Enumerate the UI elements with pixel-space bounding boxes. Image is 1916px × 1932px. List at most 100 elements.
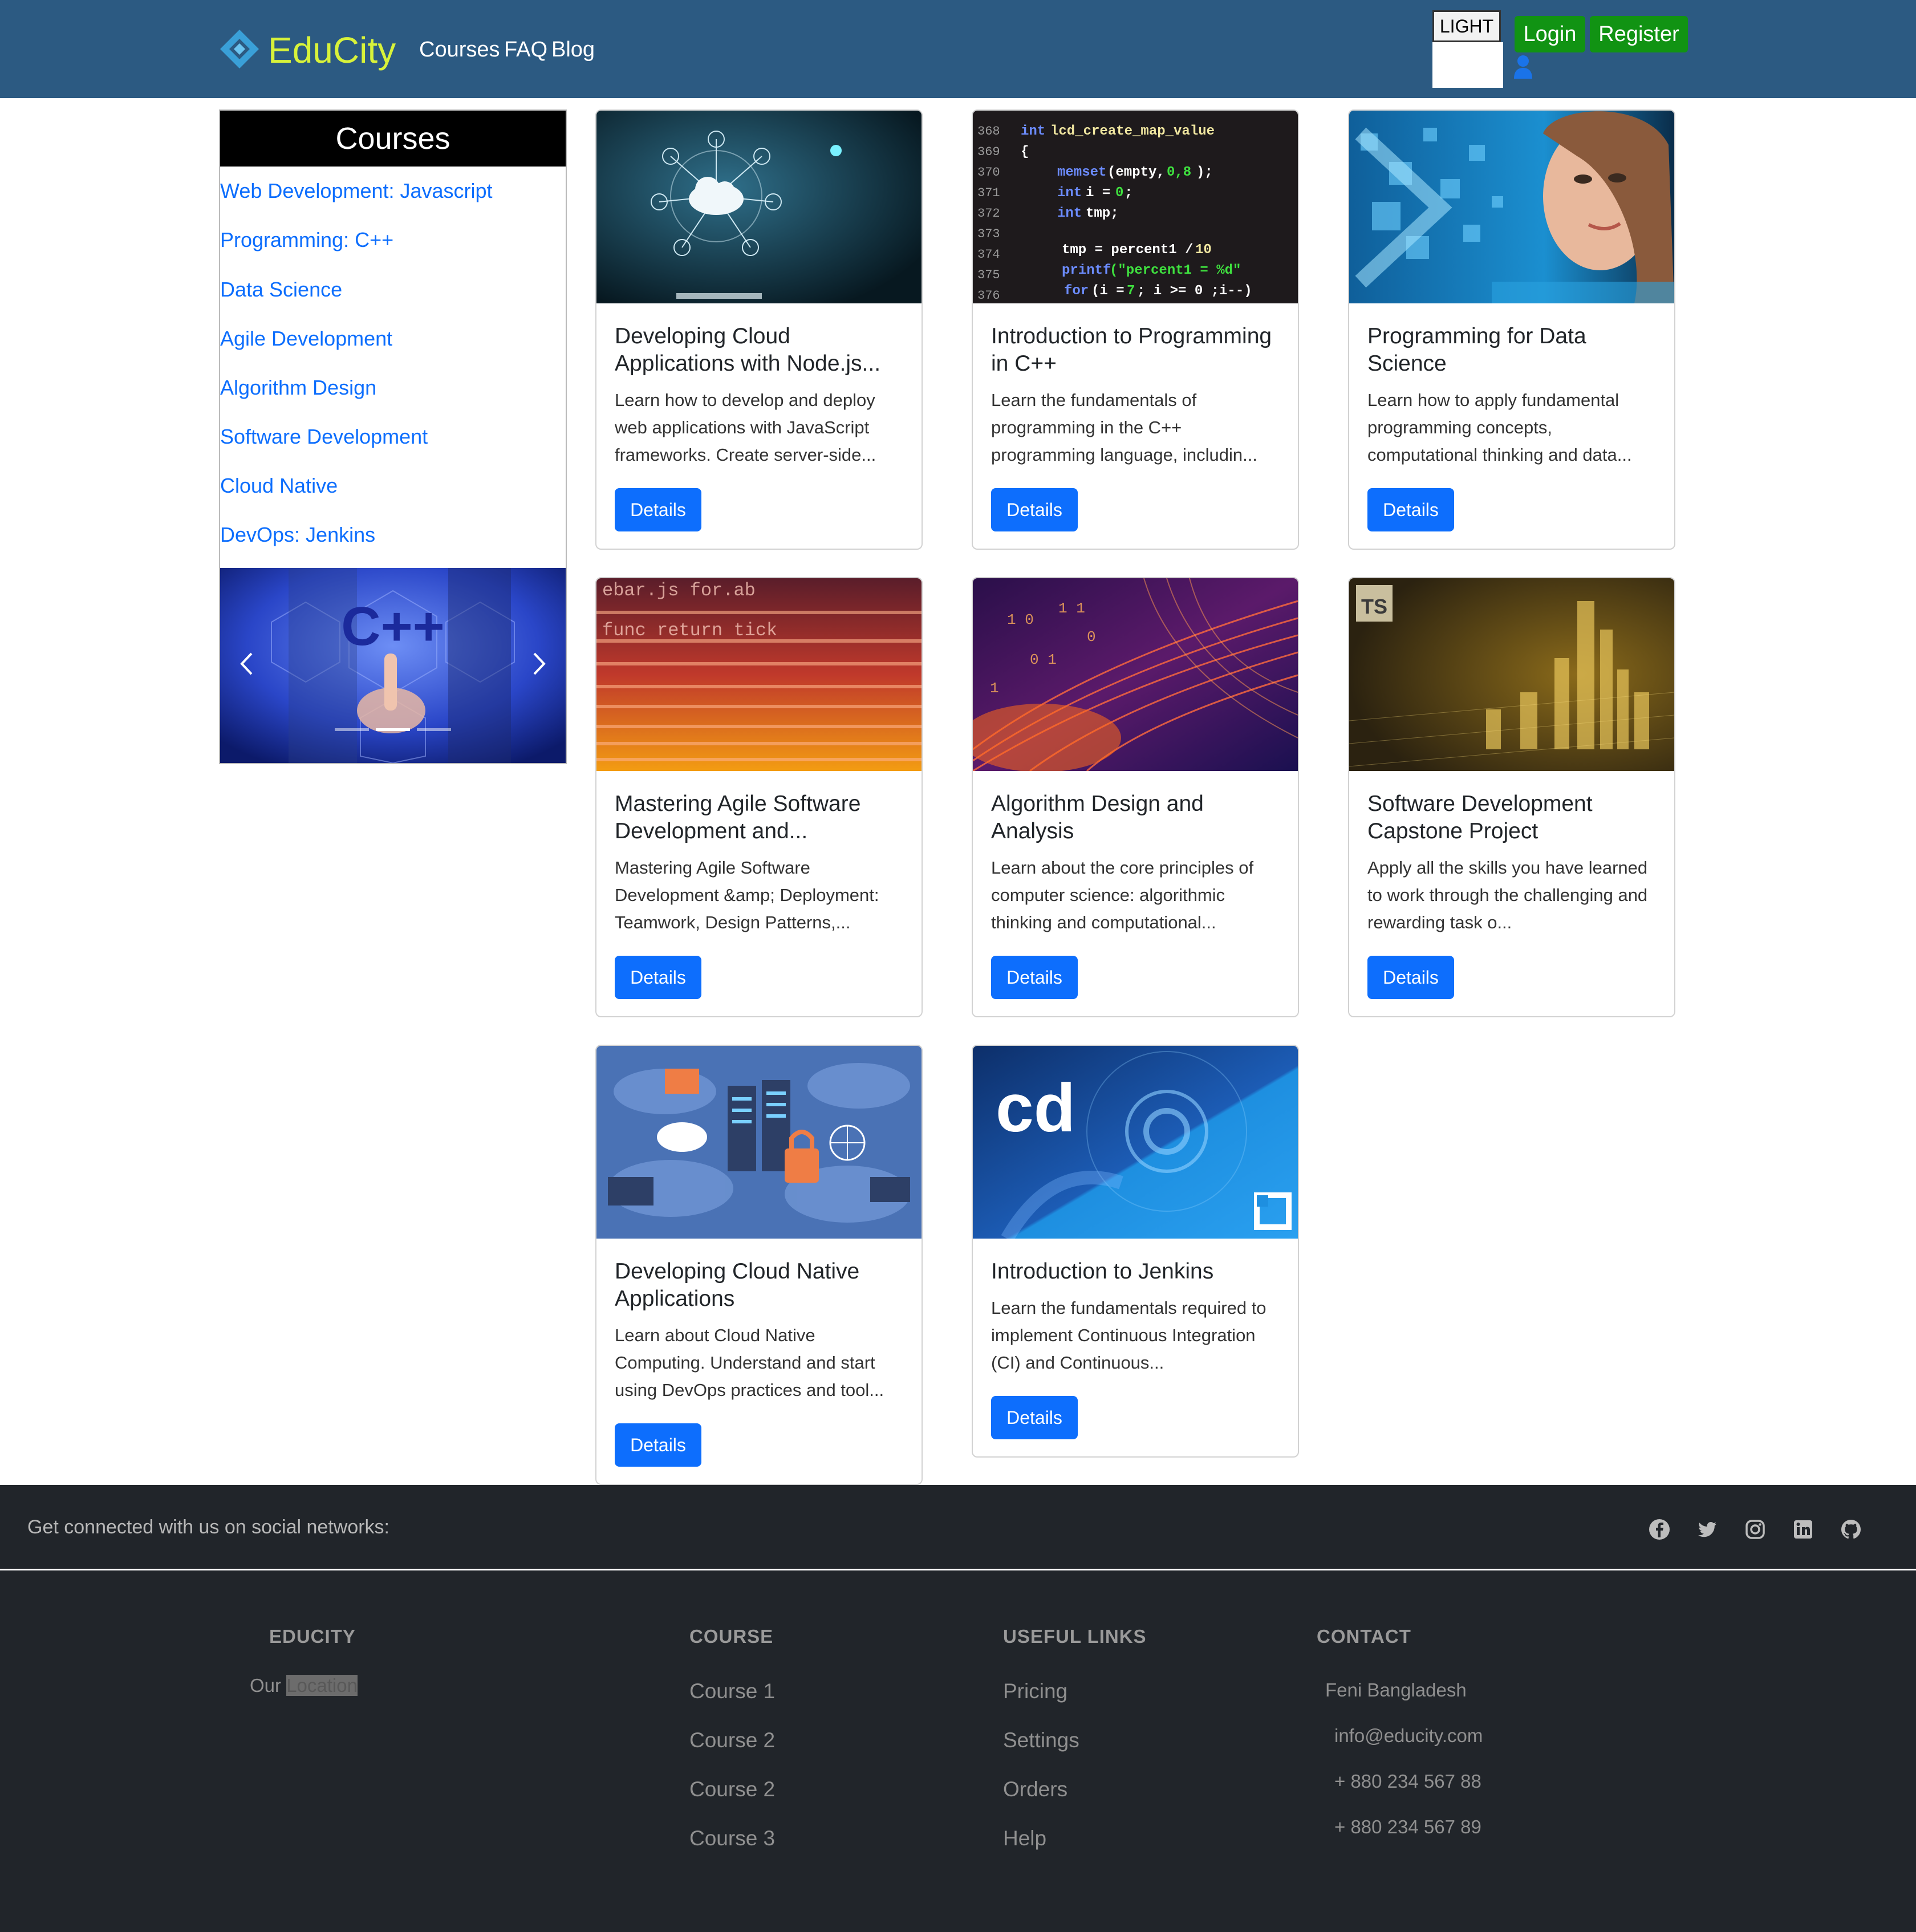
brand-name[interactable]: EduCity [268,29,396,72]
twitter-icon[interactable] [1696,1518,1719,1541]
details-button[interactable]: Details [615,1423,701,1467]
svg-text:1: 1 [990,680,999,697]
nav-faq[interactable]: FAQ [504,35,547,64]
card-title[interactable]: Algorithm Design and Analysis [991,790,1282,845]
footer-link-help[interactable]: Help [1003,1825,1046,1852]
card-title[interactable]: Developing Cloud Applications with Node.… [615,323,906,378]
svg-text:ebar.js for.ab: ebar.js for.ab [602,580,756,601]
sidebar-link-cloud-native[interactable]: Cloud Native [220,473,338,499]
card-description: Learn how to apply fundamental programmi… [1367,390,1632,465]
sidebar-link-software[interactable]: Software Development [220,424,428,450]
details-button[interactable]: Details [615,956,701,999]
theme-panel [1432,42,1503,88]
svg-text:1 1: 1 1 [1058,600,1085,617]
card-image-code: 368 369 370 371 372 373 374 375 376 int lcd_cre… [973,111,1298,303]
svg-text:0: 0 [1087,628,1096,646]
svg-text:;: ; [1125,185,1132,201]
sidebar-link-agile[interactable]: Agile Development [220,326,392,352]
theme-toggle-button[interactable]: LIGHT [1432,10,1501,42]
card-title[interactable]: Programming for Data Science [1367,323,1658,378]
card-title[interactable]: Introduction to Programming in C++ [991,323,1282,378]
card-description: Learn about the core principles of compu… [991,858,1254,932]
carousel-image: C++ [220,568,566,763]
register-button[interactable]: Register [1590,16,1688,52]
details-button[interactable]: Details [615,488,701,531]
sidebar-link-jenkins[interactable]: DevOps: Jenkins [220,522,375,548]
card-title[interactable]: Mastering Agile Software Development and… [615,790,906,845]
sidebar-link-data-science[interactable]: Data Science [220,277,342,303]
svg-text:372: 372 [977,206,1000,221]
svg-text:; i >= 0 ;i--): ; i >= 0 ;i--) [1137,283,1252,299]
carousel-indicator-2[interactable] [376,728,410,731]
footer-link-settings[interactable]: Settings [1003,1727,1079,1754]
footer-location-highlight[interactable]: Location [286,1675,358,1696]
footer-heading-educity: EDUCITY [269,1626,356,1647]
svg-text:cd: cd [996,1070,1075,1146]
footer-contact-phone[interactable]: + 880 234 567 88 [1334,1769,1481,1794]
footer-course-link[interactable]: Course 2 [689,1727,775,1754]
course-card: ebar.js for.ab func return tick Mastering… [595,577,923,1017]
course-card: Developing Cloud Native Applications Lea… [595,1045,923,1485]
footer-link-pricing[interactable]: Pricing [1003,1678,1067,1705]
carousel-text: C++ [341,596,444,657]
card-image-agile: ebar.js for.ab func return tick [596,578,922,771]
facebook-icon[interactable] [1648,1518,1671,1541]
footer-location-prefix: Our [250,1675,282,1696]
carousel-indicator-3[interactable] [417,728,451,731]
svg-text:func return tick: func return tick [602,620,777,641]
details-button[interactable]: Details [991,488,1078,531]
course-carousel[interactable]: C++ [220,568,566,763]
login-button[interactable]: Login [1515,16,1585,52]
svg-text:0,8: 0,8 [1167,165,1191,180]
card-title[interactable]: Developing Cloud Native Applications [615,1258,906,1313]
card-title[interactable]: Software Development Capstone Project [1367,790,1658,845]
details-button[interactable]: Details [1367,488,1454,531]
user-icon[interactable] [1513,55,1533,79]
svg-text:0 1: 0 1 [1030,651,1057,668]
footer-heading-course: COURSE [689,1626,774,1647]
svg-text:371: 371 [977,186,1000,200]
nav-courses[interactable]: Courses [419,35,500,64]
svg-text:lcd_create_map_value: lcd_create_map_value [1050,124,1215,139]
sidebar-link-cpp[interactable]: Programming: C++ [220,227,393,253]
footer-course-link[interactable]: Course 2 [689,1776,775,1803]
svg-text:370: 370 [977,165,1000,180]
footer-heading-contact: CONTACT [1317,1626,1411,1647]
svg-text:TS: TS [1361,595,1387,618]
github-icon[interactable] [1840,1518,1862,1541]
details-button[interactable]: Details [991,1396,1078,1439]
course-card: cd Introduction to Jenkins Learn the fun… [972,1045,1299,1458]
svg-text:);: ); [1196,165,1213,180]
svg-text:369: 369 [977,145,1000,159]
nav-blog[interactable]: Blog [551,35,595,64]
card-description: Learn how to develop and deploy web appl… [615,390,876,465]
footer-course-link[interactable]: Course 3 [689,1825,775,1852]
card-description: Apply all the skills you have learned to… [1367,858,1648,932]
svg-text:10: 10 [1195,242,1212,258]
details-button[interactable]: Details [1367,956,1454,999]
footer-location[interactable]: Our Location [250,1673,358,1698]
details-button[interactable]: Details [991,956,1078,999]
svg-text:int: int [1057,206,1082,221]
svg-text:memset: memset [1057,165,1106,180]
footer-course-link[interactable]: Course 1 [689,1678,775,1705]
footer-contact-address: Feni Bangladesh [1325,1679,1467,1700]
educity-logo-icon[interactable] [219,29,260,70]
card-title[interactable]: Introduction to Jenkins [991,1258,1282,1285]
course-card: Developing Cloud Applications with Node.… [595,109,923,550]
footer-contact-phone[interactable]: + 880 234 567 89 [1334,1815,1481,1840]
svg-text:int: int [1057,185,1082,201]
sidebar-link-algorithm[interactable]: Algorithm Design [220,375,376,401]
carousel-indicator-1[interactable] [335,728,369,731]
sidebar-link-javascript[interactable]: Web Development: Javascript [220,178,493,204]
svg-text:373: 373 [977,227,1000,241]
footer-contact-email[interactable]: info@educity.com [1334,1723,1483,1748]
card-image-jenkins: cd [973,1046,1298,1239]
svg-text:(empty,: (empty, [1107,165,1165,180]
card-image-cloud-native [596,1046,922,1239]
svg-text:("percent1 = %d": ("percent1 = %d" [1110,263,1241,278]
footer-link-orders[interactable]: Orders [1003,1776,1067,1803]
instagram-icon[interactable] [1744,1518,1767,1541]
course-card: Programming for Data Science Learn how t… [1348,109,1675,550]
linkedin-icon[interactable] [1792,1518,1814,1541]
